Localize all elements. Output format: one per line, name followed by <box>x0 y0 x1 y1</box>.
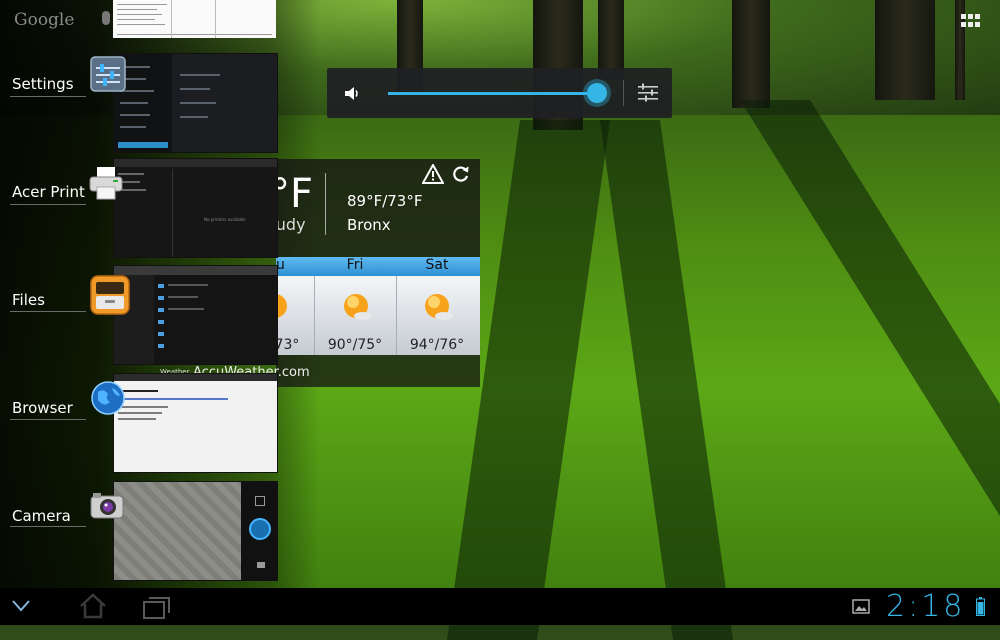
speaker-icon <box>345 87 358 100</box>
volume-slider-track[interactable] <box>388 92 598 95</box>
forecast-temp: 90°/75° <box>327 337 383 353</box>
refresh-icon[interactable] <box>452 164 470 184</box>
recent-thumbnail-browser[interactable] <box>113 373 278 473</box>
forecast-day: Fri <box>346 257 364 273</box>
sliders-settings-icon[interactable] <box>637 82 659 104</box>
forecast-temp: 94°/76° <box>409 337 465 353</box>
recent-label-settings[interactable]: Settings <box>12 75 74 96</box>
back-chevron-icon[interactable] <box>11 598 31 614</box>
settings-icon <box>90 56 126 92</box>
sun-icon <box>344 294 372 320</box>
recent-underline <box>10 96 86 97</box>
camera-icon <box>90 493 124 519</box>
recent-label-acer-print[interactable]: Acer Print <box>12 183 85 204</box>
weather-current-temp: °F <box>276 171 314 217</box>
sun-icon <box>276 294 287 318</box>
file-cabinet-icon <box>90 275 130 315</box>
recent-apps-icon[interactable] <box>143 595 171 619</box>
recent-label-browser[interactable]: Browser <box>12 399 73 420</box>
tree-shadow <box>740 100 1000 620</box>
all-apps-icon[interactable] <box>961 14 981 28</box>
recent-underline <box>10 311 86 312</box>
recent-underline <box>10 419 86 420</box>
tree-trunk <box>875 0 935 100</box>
recent-thumbnail-acer-print[interactable]: No printers available <box>113 158 278 258</box>
recent-thumbnail-files[interactable] <box>113 265 278 365</box>
recent-label-files[interactable]: Files <box>12 291 45 312</box>
recent-underline <box>10 204 86 205</box>
forecast-day-partial: hu <box>276 257 285 273</box>
mic-icon[interactable] <box>102 11 110 25</box>
warning-icon[interactable] <box>422 164 444 184</box>
volume-divider <box>623 80 624 106</box>
status-clock[interactable]: 2:18 <box>886 589 965 624</box>
home-icon[interactable] <box>79 593 107 619</box>
google-search-bar[interactable]: Google <box>14 10 74 30</box>
globe-icon <box>91 381 125 415</box>
weather-widget[interactable]: °F oudy 89°F/73°F Bronx hu Fri Sat 73° 9… <box>276 159 480 387</box>
tree-trunk <box>732 0 770 108</box>
recent-label-camera[interactable]: Camera <box>12 507 71 528</box>
weather-divider <box>325 173 326 235</box>
tree-shadow <box>600 120 734 640</box>
sun-icon <box>425 294 453 320</box>
volume-panel <box>327 68 672 118</box>
recent-thumbnail-settings[interactable] <box>113 53 278 153</box>
forecast-day: Sat <box>425 257 449 273</box>
recent-underline <box>10 526 86 527</box>
recent-thumbnail-document[interactable] <box>113 0 276 38</box>
printer-icon <box>89 167 123 200</box>
gallery-icon[interactable] <box>852 599 870 614</box>
recent-thumbnail-camera[interactable] <box>113 481 278 581</box>
weather-hi-lo: 89°F/73°F <box>347 192 423 210</box>
battery-icon[interactable] <box>976 597 985 616</box>
system-navigation-bar: 2:18 <box>0 588 1000 625</box>
weather-condition: oudy <box>276 215 306 234</box>
volume-slider-thumb[interactable] <box>587 83 607 103</box>
print-empty-text: No printers available <box>204 217 246 222</box>
weather-city: Bronx <box>347 216 391 234</box>
